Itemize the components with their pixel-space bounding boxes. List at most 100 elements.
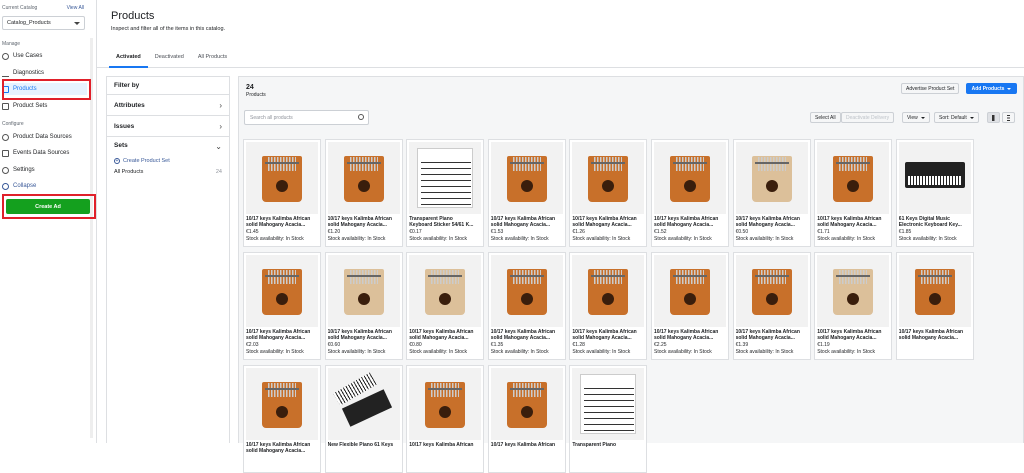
product-card[interactable]: 10/17 keys Kalimba African solid Mahogany… (487, 252, 566, 360)
product-card[interactable]: 10/17 keys Kalimba African solid Mahogany… (243, 139, 321, 247)
product-price: €1.85 (898, 229, 912, 235)
product-card[interactable]: 10/17 keys Kalimba African (487, 365, 566, 473)
product-card[interactable]: 10/17 keys Kalimba African solid Mahogany… (487, 139, 566, 247)
sidebar-item-settings[interactable]: Settings (2, 164, 87, 176)
product-card[interactable]: 10/17 keys Kalimba African solid Mahogany… (651, 252, 729, 360)
product-card[interactable]: Transparent Piano (569, 365, 648, 473)
product-card[interactable]: 61 Keys Digital Music Electronic Keyboard… (895, 139, 974, 247)
product-card[interactable]: 10/17 keys Kalimba African solid Mahogany… (732, 139, 811, 247)
product-title-line2: Keyboard Sticker 54/61 K... (409, 222, 474, 228)
product-image (735, 142, 808, 214)
product-card[interactable]: 10/17 keys Kalimba African solid Mahogany… (732, 252, 811, 360)
product-price: €0.60 (327, 342, 341, 348)
product-image (409, 142, 482, 214)
search-input[interactable]: Search all products (244, 110, 369, 125)
sidebar-item-products[interactable]: Products (2, 83, 87, 95)
product-image (572, 255, 645, 327)
product-card[interactable]: 10/17 keys Kalimba African solid Mahogany… (324, 252, 403, 360)
filter-attributes-label: Attributes (114, 101, 145, 109)
sets-header[interactable]: Sets ⌄ (114, 142, 222, 151)
kalimba-image (833, 269, 874, 315)
chevron-down-icon (74, 21, 80, 25)
product-title-line2: solid Mahogany Acacia... (898, 335, 959, 341)
product-card[interactable]: 10/17 keys Kalimba African solid Mahogany… (324, 139, 403, 247)
product-stock: Stock availability: In Stock (327, 236, 386, 242)
chevron-down-icon (969, 116, 974, 119)
chevron-down-icon (920, 116, 925, 119)
product-card[interactable]: 10/17 keys Kalimba African solid Mahogany… (406, 252, 485, 360)
sidebar-item-product-data-sources[interactable]: Product Data Sources (2, 131, 87, 143)
filter-panel: Filter by Attributes › Issues › Sets ⌄ + Cre… (106, 76, 230, 443)
product-image (654, 142, 726, 214)
product-stock: Stock availability: In Stock (490, 236, 549, 242)
kalimba-image (506, 156, 547, 202)
filter-attributes[interactable]: Attributes › (107, 95, 229, 116)
advertise-product-set-button[interactable]: Advertise Product Set (901, 83, 960, 94)
tag-icon (2, 85, 9, 93)
product-card[interactable]: New Flexible Piano 61 Keys (324, 365, 403, 473)
set-all-products[interactable]: All Products 24 (114, 169, 222, 175)
kalimba-image (751, 269, 792, 315)
product-price: €0.80 (409, 342, 422, 348)
chevron-down-icon: ⌄ (215, 142, 222, 151)
product-title-line2: solid Mahogany Acacia... (572, 335, 632, 341)
add-products-button[interactable]: Add Products (966, 83, 1017, 94)
grid-view-button[interactable] (987, 112, 1000, 123)
product-stock: Stock availability: In Stock (817, 236, 875, 242)
products-content: 24 Products Advertise Product Set Add Pr… (238, 76, 1024, 473)
product-image (490, 142, 563, 214)
sidebar-item-label: Products (13, 86, 37, 92)
product-card[interactable]: 10/17 keys Kalimba African (406, 365, 485, 473)
sidebar-item-label: Collapse (13, 183, 37, 189)
sidebar-item-label: Product Sets (13, 103, 48, 109)
sidebar-item-events-data-sources[interactable]: Events Data Sources (2, 147, 87, 159)
kalimba-image (833, 156, 874, 202)
sidebar-item-use-cases[interactable]: Use Cases (2, 50, 87, 62)
view-dropdown[interactable]: View (902, 112, 930, 123)
product-title-line2: solid Mahogany Acacia... (735, 335, 795, 341)
tab-deactivated[interactable]: Deactivated (148, 48, 191, 68)
chevron-down-icon (1007, 87, 1012, 90)
filter-issues-label: Issues (114, 122, 135, 130)
product-card[interactable]: Transparent Piano Keyboard Sticker 54/61 … (406, 139, 485, 247)
select-all-button[interactable]: Select All (810, 112, 841, 123)
kalimba-image (588, 269, 629, 315)
product-price: €1.52 (654, 229, 667, 235)
product-stock: Stock availability: In Stock (409, 236, 467, 242)
product-image (409, 368, 482, 440)
product-image (898, 255, 971, 327)
tab-all-products[interactable]: All Products (191, 48, 234, 68)
product-image (898, 142, 971, 214)
sidebar-item-label: Settings (13, 167, 35, 173)
product-card[interactable]: 10/17 keys Kalimba African solid Mahogany… (243, 365, 321, 473)
sidebar-scrollbar[interactable] (90, 38, 93, 438)
product-card[interactable]: 10/17 keys Kalimba African solid Mahogany… (569, 252, 648, 360)
sort-dropdown[interactable]: Sort: Default (934, 112, 979, 123)
tab-activated[interactable]: Activated (109, 48, 148, 68)
product-card[interactable]: 10/17 keys Kalimba African solid Mahogany… (243, 252, 321, 360)
product-image (572, 368, 645, 440)
view-all-link[interactable]: View All (67, 5, 84, 11)
product-image (327, 255, 400, 327)
product-card[interactable]: 10/17 keys Kalimba African solid Mahogany… (569, 139, 648, 247)
create-ad-button[interactable]: Create Ad (6, 199, 90, 214)
product-card[interactable]: 10/17 keys Kalimba African solid Mahogany… (814, 252, 893, 360)
product-title-line2: solid Mahogany Acacia... (817, 222, 877, 228)
create-product-set-link[interactable]: + Create Product Set (114, 158, 222, 164)
filter-issues[interactable]: Issues › (107, 116, 229, 137)
kalimba-image (670, 156, 710, 202)
product-card[interactable]: 10/17 keys Kalimba African solid Mahogany… (651, 139, 729, 247)
product-image (572, 142, 645, 214)
deactivate-delivery-button[interactable]: Deactivate Delivery (841, 112, 895, 123)
sidebar-item-collapse[interactable]: Collapse (2, 180, 87, 192)
product-stock: Stock availability: In Stock (572, 236, 631, 242)
sidebar-item-diagnostics[interactable]: Diagnostics (2, 67, 87, 79)
product-title-line2: Electronic Keyboard Key... (898, 222, 962, 228)
product-card[interactable]: 10/17 keys Kalimba African solid Mahogany… (895, 252, 974, 360)
kalimba-image (670, 269, 710, 315)
sidebar-item-product-sets[interactable]: Product Sets (2, 100, 87, 112)
product-card[interactable]: 10/17 keys Kalimba African solid Mahogany… (814, 139, 893, 247)
list-view-button[interactable] (1002, 112, 1015, 123)
product-stock: Stock availability: In Stock (327, 349, 386, 355)
catalog-select[interactable]: Catalog_Products (2, 16, 85, 30)
